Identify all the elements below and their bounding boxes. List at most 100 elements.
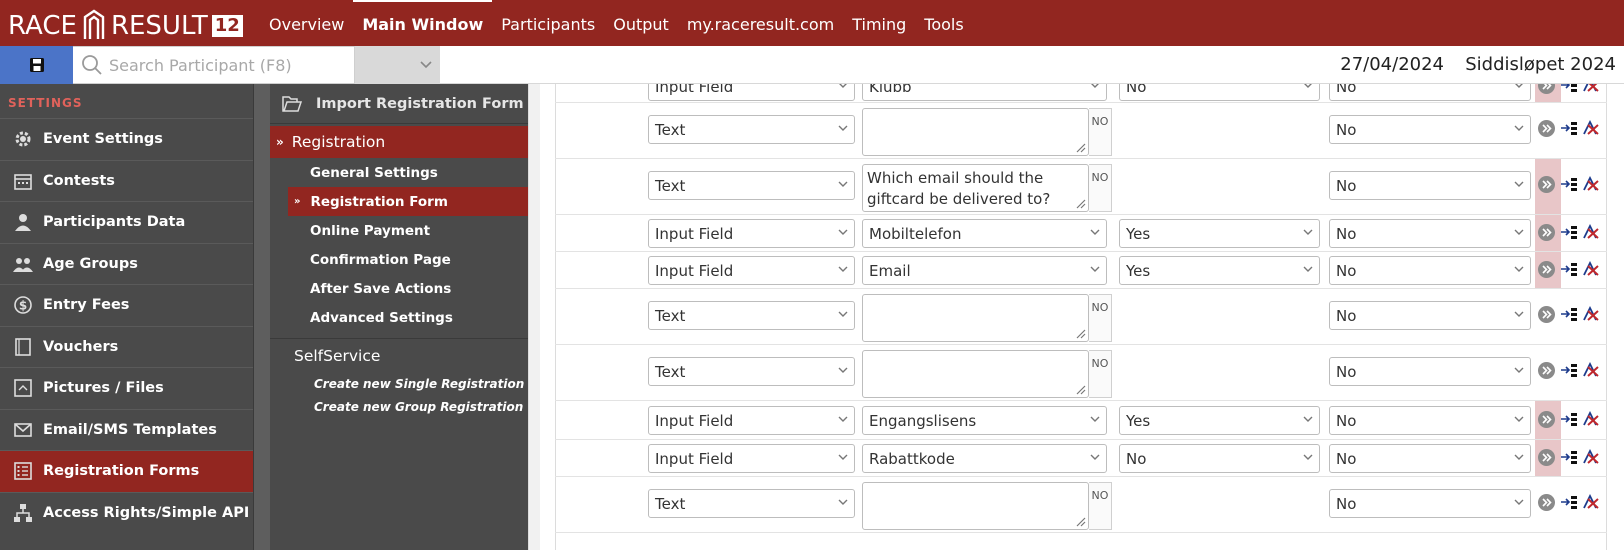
subnav-after-save-actions[interactable]: After Save Actions <box>270 274 528 303</box>
sidebar-item-email-sms-templates[interactable]: Email/SMS Templates <box>0 408 253 451</box>
nav-my-raceresult-com[interactable]: my.raceresult.com <box>678 0 843 46</box>
sidebar-item-registration-forms[interactable]: Registration Forms <box>0 450 253 492</box>
create-form-link[interactable]: Create new Single Registration form <box>270 373 560 396</box>
element-type-select[interactable]: Input Field <box>648 84 855 101</box>
subnav-registration-form[interactable]: » Registration Form <box>288 187 528 216</box>
nav-output[interactable]: Output <box>604 0 678 46</box>
arrow-circle-icon[interactable] <box>1537 260 1556 279</box>
delete-row-icon[interactable] <box>1582 84 1600 93</box>
nav-participants[interactable]: Participants <box>492 0 604 46</box>
delete-row-icon[interactable] <box>1582 306 1600 322</box>
arrow-circle-icon[interactable] <box>1537 305 1556 324</box>
field-select[interactable]: Mobiltelefon <box>862 219 1107 248</box>
arrow-circle-icon[interactable] <box>1537 410 1556 429</box>
element-type-select[interactable]: Input Field <box>648 219 855 248</box>
no-label-toggle[interactable]: NO <box>1089 350 1112 398</box>
arrow-circle-icon[interactable] <box>1537 361 1556 380</box>
sidebar-item-contests[interactable]: Contests <box>0 159 253 202</box>
hidden-select[interactable]: No <box>1329 357 1531 386</box>
subnav-general-settings[interactable]: General Settings <box>270 158 528 187</box>
field-select[interactable]: Rabattkode <box>862 444 1107 473</box>
no-label-toggle[interactable]: NO <box>1089 164 1112 212</box>
main-scrollbar[interactable] <box>528 84 540 550</box>
contest-select[interactable] <box>355 46 440 84</box>
delete-row-icon[interactable] <box>1582 494 1600 510</box>
move-row-icon[interactable] <box>1560 176 1580 192</box>
sidebar-item-access-rights-simple-api[interactable]: Access Rights/Simple API <box>0 491 253 534</box>
sidebar-item-entry-fees[interactable]: $ Entry Fees <box>0 284 253 326</box>
mandatory-select[interactable]: Yes <box>1119 219 1320 248</box>
sidebar-scrollbar[interactable] <box>253 84 270 550</box>
hidden-select[interactable]: No <box>1329 444 1531 473</box>
registration-section[interactable]: » Registration <box>270 126 528 158</box>
sidebar-item-pictures-files[interactable]: Pictures / Files <box>0 367 253 409</box>
element-type-select[interactable]: Text <box>648 115 855 144</box>
move-row-icon[interactable] <box>1560 411 1580 427</box>
field-select[interactable]: Email <box>862 256 1107 285</box>
subnav-confirmation-page[interactable]: Confirmation Page <box>270 245 528 274</box>
arrow-circle-icon[interactable] <box>1537 223 1556 242</box>
arrow-circle-icon[interactable] <box>1537 493 1556 512</box>
mandatory-select[interactable]: No <box>1119 444 1320 473</box>
text-content-area[interactable] <box>862 482 1089 530</box>
hidden-select[interactable]: No <box>1329 115 1531 144</box>
hidden-select[interactable]: No <box>1329 171 1531 200</box>
move-row-icon[interactable] <box>1560 261 1580 277</box>
hidden-select[interactable]: No <box>1329 301 1531 330</box>
delete-row-icon[interactable] <box>1582 261 1600 277</box>
nav-timing[interactable]: Timing <box>843 0 915 46</box>
move-row-icon[interactable] <box>1560 362 1580 378</box>
text-content-area[interactable] <box>862 294 1089 342</box>
text-content-area[interactable] <box>862 108 1089 156</box>
sidebar-item-participants-data[interactable]: Participants Data <box>0 201 253 243</box>
element-type-select[interactable]: Text <box>648 301 855 330</box>
element-type-select[interactable]: Text <box>648 357 855 386</box>
move-row-icon[interactable] <box>1560 494 1580 510</box>
subnav-advanced-settings[interactable]: Advanced Settings <box>270 303 528 332</box>
participant-search[interactable] <box>73 46 355 84</box>
no-label-toggle[interactable]: NO <box>1089 294 1112 342</box>
mandatory-select[interactable]: Yes <box>1119 256 1320 285</box>
nav-tools[interactable]: Tools <box>915 0 972 46</box>
delete-row-icon[interactable] <box>1582 411 1600 427</box>
mandatory-select[interactable]: No <box>1119 84 1320 101</box>
sidebar-item-event-settings[interactable]: Event Settings <box>0 118 253 160</box>
delete-row-icon[interactable] <box>1582 224 1600 240</box>
delete-row-icon[interactable] <box>1582 120 1600 136</box>
hidden-select[interactable]: No <box>1329 489 1531 518</box>
delete-row-icon[interactable] <box>1582 362 1600 378</box>
event-name[interactable]: Siddisløpet 2024 <box>1465 54 1616 75</box>
element-type-select[interactable]: Input Field <box>648 444 855 473</box>
arrow-circle-icon[interactable] <box>1537 448 1556 467</box>
mandatory-select[interactable]: Yes <box>1119 406 1320 435</box>
import-registration-form-button[interactable]: Import Registration Form <box>270 84 528 124</box>
subnav-online-payment[interactable]: Online Payment <box>270 216 528 245</box>
selfservice-title[interactable]: SelfService <box>270 347 528 373</box>
hidden-select[interactable]: No <box>1329 406 1531 435</box>
move-row-icon[interactable] <box>1560 120 1580 136</box>
move-row-icon[interactable] <box>1560 224 1580 240</box>
no-label-toggle[interactable]: NO <box>1089 482 1112 530</box>
race-result-logo[interactable]: RACE RESULT 12 <box>8 9 243 43</box>
delete-row-icon[interactable] <box>1582 449 1600 465</box>
move-row-icon[interactable] <box>1560 84 1580 93</box>
element-type-select[interactable]: Input Field <box>648 406 855 435</box>
field-select[interactable]: Engangslisens <box>862 406 1107 435</box>
element-type-select[interactable]: Text <box>648 489 855 518</box>
sidebar-item-age-groups[interactable]: Age Groups <box>0 242 253 285</box>
nav-main-window[interactable]: Main Window <box>353 0 493 46</box>
arrow-circle-icon[interactable] <box>1537 119 1556 138</box>
move-row-icon[interactable] <box>1560 449 1580 465</box>
nav-overview[interactable]: Overview <box>260 0 353 46</box>
element-type-select[interactable]: Text <box>648 171 855 200</box>
text-content-area[interactable]: Which email should the giftcard be deliv… <box>862 164 1089 212</box>
arrow-circle-icon[interactable] <box>1537 84 1556 95</box>
field-select[interactable]: Klubb <box>862 84 1107 101</box>
hidden-select[interactable]: No <box>1329 84 1531 101</box>
no-label-toggle[interactable]: NO <box>1089 108 1112 156</box>
hidden-select[interactable]: No <box>1329 219 1531 248</box>
text-content-area[interactable] <box>862 350 1089 398</box>
sidebar-item-vouchers[interactable]: Vouchers <box>0 325 253 368</box>
arrow-circle-icon[interactable] <box>1537 175 1556 194</box>
search-input[interactable] <box>109 55 349 75</box>
